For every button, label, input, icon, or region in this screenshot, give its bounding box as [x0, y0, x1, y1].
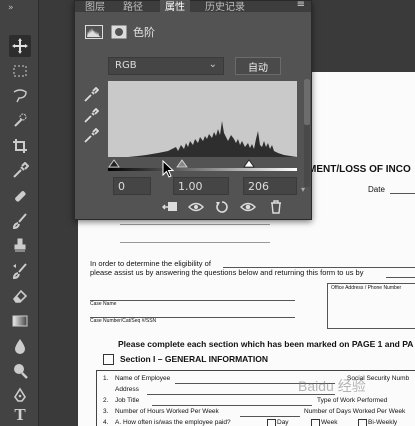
channel-value: RGB — [115, 60, 137, 71]
item-number: 3. — [103, 408, 109, 415]
gray-point-eyedropper-icon[interactable] — [83, 107, 100, 124]
item-label: Number of Hours Worked Per Week — [115, 408, 219, 415]
pay-day-checkbox[interactable] — [267, 419, 276, 426]
visibility-icon[interactable] — [239, 199, 257, 215]
channel-select[interactable]: RGB ⌄ — [108, 57, 224, 75]
dodge-icon[interactable] — [9, 360, 31, 382]
pay-option: Day — [277, 419, 289, 426]
watermark: Baidu 经验 — [298, 378, 366, 394]
tab-history[interactable]: 历史记录 — [205, 0, 245, 13]
scrollbar-thumb[interactable] — [304, 79, 310, 125]
general-info-table: 1. Name of Employee Social Security Numb… — [96, 370, 415, 426]
pay-week-checkbox[interactable] — [311, 419, 320, 426]
item-number: 2. — [103, 397, 109, 404]
tab-properties[interactable]: 属性 — [160, 0, 190, 13]
section1-checkbox[interactable] — [103, 354, 114, 365]
item-label: A. How often is/was the employee paid? — [115, 419, 231, 426]
view-previous-icon[interactable] — [187, 199, 205, 215]
white-input-field[interactable]: 206 — [243, 177, 297, 195]
intro-line-1: In order to determine the eligibility of — [90, 259, 211, 268]
case-name-label: Case Name — [90, 301, 117, 307]
delete-icon[interactable] — [267, 199, 285, 215]
eyedropper-icon[interactable] — [9, 160, 31, 182]
move-icon[interactable] — [9, 35, 31, 57]
pay-option: Bi-Weekly — [368, 419, 398, 426]
crop-icon[interactable] — [9, 135, 31, 157]
gradient-icon[interactable] — [9, 310, 31, 332]
mask-icon — [111, 24, 127, 39]
date-label: Date — [368, 185, 385, 194]
menu-icon[interactable]: ≡ — [297, 0, 305, 10]
item-label: Name of Employee — [115, 375, 171, 382]
tools-panel: » T — [0, 0, 39, 426]
chevron-down-icon: ⌄ — [208, 59, 217, 70]
tab-paths[interactable]: 路径 — [123, 0, 143, 13]
item-label: Job Title — [115, 397, 140, 404]
levels-input-slider[interactable] — [108, 158, 297, 172]
section1-heading: Section I – GENERAL INFORMATION — [120, 354, 268, 364]
item-right: Number of Days Worked Per Week — [304, 408, 406, 415]
marquee-icon[interactable] — [9, 60, 31, 82]
levels-icon — [85, 24, 103, 39]
doc-title: MENT/LOSS OF INCO — [308, 164, 411, 175]
office-address-box: Office Address / Phone Number — [327, 283, 415, 329]
clone-stamp-icon[interactable] — [9, 235, 31, 257]
clip-to-layer-icon[interactable] — [161, 199, 179, 215]
tab-layers[interactable]: 图层 — [85, 0, 105, 13]
black-input-field[interactable]: 0 — [113, 177, 151, 195]
item-right: Type of Work Performed — [317, 397, 388, 404]
type-icon[interactable]: T — [9, 404, 31, 426]
histogram — [108, 81, 297, 157]
pay-biweekly-checkbox[interactable] — [358, 419, 367, 426]
item-number: 1. — [103, 375, 109, 382]
instruction-line: Please complete each section which has b… — [118, 339, 414, 349]
lasso-icon[interactable] — [9, 85, 31, 107]
blur-icon[interactable] — [9, 335, 31, 357]
item-label: Address — [115, 386, 139, 393]
black-point-eyedropper-icon[interactable] — [83, 86, 100, 103]
quick-select-icon[interactable] — [9, 110, 31, 132]
mouse-cursor-icon — [162, 160, 175, 178]
collapse-icon[interactable]: » — [8, 3, 30, 15]
healing-brush-icon[interactable] — [9, 185, 31, 207]
reset-icon[interactable] — [213, 199, 231, 215]
case-number-label: Case Number/Cat/Seq #/SSN — [90, 318, 157, 324]
history-brush-icon[interactable] — [9, 260, 31, 282]
brush-icon[interactable] — [9, 210, 31, 232]
panel-footer — [75, 199, 311, 219]
eraser-icon[interactable] — [9, 285, 31, 307]
intro-line-2: please assist us by answering the questi… — [90, 268, 364, 277]
white-point-eyedropper-icon[interactable] — [83, 127, 100, 144]
auto-button[interactable]: 自动 — [235, 57, 281, 75]
panel-tabs: 图层 路径 属性 历史记录 ≡ — [75, 0, 311, 13]
chevron-down-icon[interactable]: ▾ — [301, 185, 305, 194]
pay-option: Week — [321, 419, 338, 426]
adjustment-name: 色阶 — [133, 26, 155, 39]
gamma-input-field[interactable]: 1.00 — [173, 177, 229, 195]
properties-panel: 图层 路径 属性 历史记录 ≡ 色阶 RGB ⌄ 自动 0 1.00 206 ▾ — [74, 0, 312, 220]
item-number: 4. — [103, 419, 109, 426]
